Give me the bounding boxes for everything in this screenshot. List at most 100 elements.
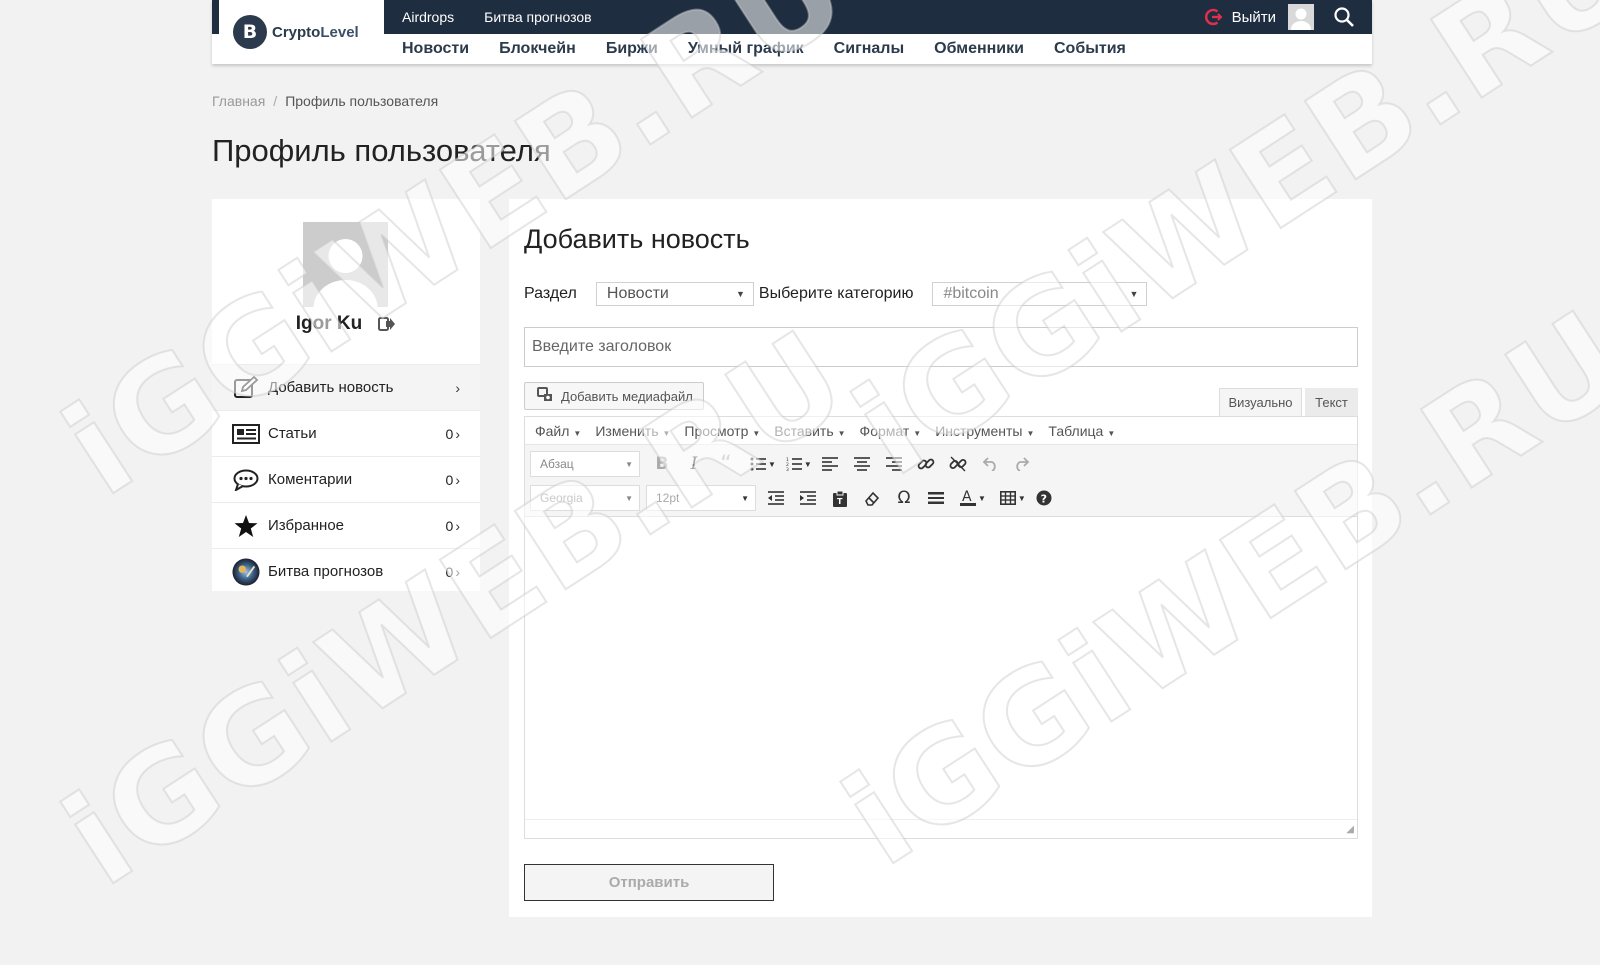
align-right-icon[interactable] [878, 450, 910, 478]
power-icon[interactable] [1204, 7, 1224, 27]
count-badge: 0 [445, 425, 454, 442]
logout-link[interactable]: Выйти [1232, 9, 1276, 26]
resize-handle-icon[interactable]: ◢ [1346, 824, 1354, 835]
nav-events[interactable]: События [1054, 40, 1126, 58]
editor-menubar: Файл ▼ Изменить ▼ Просмотр ▼ Вставить ▼ Форм… [525, 417, 1357, 445]
nav-blockchain[interactable]: Блокчейн [499, 40, 576, 58]
star-icon [232, 512, 260, 540]
site-logo[interactable]: B CryptoLevel [219, 0, 384, 64]
sidebar-item-add-news[interactable]: Добавить новость › [212, 364, 480, 410]
block-format-select[interactable]: Абзац ▼ [530, 451, 640, 477]
link-icon[interactable] [910, 450, 942, 478]
site-header: B CryptoLevel Airdrops Битва прогнозов В… [212, 0, 1372, 64]
menu-edit[interactable]: Изменить ▼ [595, 423, 670, 439]
chevron-down-icon[interactable]: ▼ [804, 460, 812, 469]
add-news-panel: Добавить новость Раздел Новости ▼ Выберит… [509, 199, 1372, 917]
nav-news[interactable]: Новости [402, 40, 469, 58]
category-select[interactable]: #bitcoin ▼ [932, 282, 1148, 306]
chevron-down-icon[interactable]: ▼ [1018, 494, 1026, 503]
sidebar-item-favorites[interactable]: Избранное 0 › [212, 502, 480, 548]
comments-icon [232, 466, 260, 494]
font-size-select[interactable]: 12pt ▼ [646, 485, 756, 511]
redo-icon[interactable] [1006, 450, 1038, 478]
user-controls: Выйти [1204, 0, 1356, 34]
section-label: Раздел [524, 285, 577, 302]
horizontal-line-icon[interactable] [920, 484, 952, 512]
unlink-icon[interactable] [942, 450, 974, 478]
top-links: Airdrops Битва прогнозов [402, 0, 592, 34]
top-bar [212, 0, 1372, 34]
omega-icon[interactable]: Ω [888, 484, 920, 512]
align-left-icon[interactable] [814, 450, 846, 478]
svg-text:?: ? [1040, 492, 1046, 505]
nav-signals[interactable]: Сигналы [834, 40, 904, 58]
breadcrumb-separator: / [273, 93, 278, 109]
help-icon[interactable]: ? [1028, 484, 1060, 512]
user-avatar-small[interactable] [1288, 4, 1314, 30]
menu-format[interactable]: Формат ▼ [860, 423, 922, 439]
form-heading: Добавить новость [524, 224, 750, 254]
newspaper-icon [232, 420, 260, 448]
avatar [303, 222, 388, 307]
top-link-airdrops[interactable]: Airdrops [402, 9, 454, 25]
page-title: Профиль пользователя [212, 133, 551, 168]
submit-button[interactable]: Отправить [524, 864, 774, 901]
editor-toolbar: Абзац ▼ B I “ ▼ 123 ▼ Georgia ▼ 12pt ▼ T… [525, 445, 1357, 517]
logo-text: CryptoLevel [272, 23, 359, 41]
chevron-down-icon[interactable]: ▼ [768, 460, 776, 469]
chevron-right-icon: › [455, 517, 460, 534]
sidebar-item-label: Избранное [268, 517, 345, 534]
italic-icon[interactable]: I [678, 450, 710, 478]
edit-icon [232, 374, 260, 402]
category-select-value: #bitcoin [943, 285, 999, 302]
tab-visual[interactable]: Визуально [1219, 388, 1302, 416]
sidebar-item-label: Коментарии [268, 471, 353, 488]
menu-tools[interactable]: Инструменты ▼ [935, 423, 1034, 439]
bold-icon[interactable]: B [646, 450, 678, 478]
profile-sidebar: Igor Ku Добавить новость › Статьи 0 › Ко… [212, 199, 480, 591]
align-center-icon[interactable] [846, 450, 878, 478]
search-icon[interactable] [1332, 5, 1356, 29]
category-label: Выберите категорию [758, 285, 914, 302]
menu-insert[interactable]: Вставить ▼ [774, 423, 845, 439]
svg-text:A: A [962, 489, 972, 505]
nav-smart-chart[interactable]: Умный график [688, 40, 804, 58]
chevron-right-icon: › [455, 563, 460, 580]
font-family-select[interactable]: Georgia ▼ [530, 485, 640, 511]
sidebar-item-battle[interactable]: Битва прогнозов 0 › [212, 548, 480, 594]
sidebar-item-comments[interactable]: Коментарии 0 › [212, 456, 480, 502]
menu-table[interactable]: Таблица ▼ [1048, 423, 1115, 439]
svg-text:T: T [837, 497, 843, 506]
indent-icon[interactable] [792, 484, 824, 512]
breadcrumb-home[interactable]: Главная [212, 93, 265, 109]
profile-name: Igor Ku [295, 313, 363, 334]
media-icon [537, 386, 555, 406]
sign-out-icon[interactable] [378, 316, 396, 332]
nav-exchanges[interactable]: Биржи [606, 40, 658, 58]
blockquote-icon[interactable]: “ [710, 450, 742, 478]
battle-avatar-icon [232, 557, 260, 586]
sidebar-item-articles[interactable]: Статьи 0 › [212, 410, 480, 456]
count-badge: 0 [445, 517, 454, 534]
breadcrumb-current: Профиль пользователя [285, 93, 439, 109]
clear-format-icon[interactable] [856, 484, 888, 512]
dropdown-arrow-icon: ▼ [735, 289, 745, 299]
count-badge: 0 [445, 563, 454, 580]
editor-content-area[interactable] [525, 517, 1357, 819]
breadcrumb: Главная / Профиль пользователя [212, 93, 438, 109]
paste-text-icon[interactable]: T [824, 484, 856, 512]
menu-file[interactable]: Файл ▼ [535, 423, 581, 439]
profile-name-row: Igor Ku [212, 313, 480, 335]
section-select[interactable]: Новости ▼ [595, 282, 754, 306]
add-media-button[interactable]: Добавить медиафайл [524, 382, 704, 410]
tab-text[interactable]: Текст [1305, 388, 1358, 416]
outdent-icon[interactable] [760, 484, 792, 512]
top-link-battle[interactable]: Битва прогнозов [484, 9, 591, 25]
title-input[interactable]: Введите заголовок [524, 327, 1358, 367]
menu-view[interactable]: Просмотр ▼ [684, 423, 760, 439]
nav-exchangers[interactable]: Обменники [934, 40, 1024, 58]
add-media-label: Добавить медиафайл [561, 388, 693, 404]
chevron-down-icon[interactable]: ▼ [978, 494, 986, 503]
chevron-right-icon: › [455, 379, 460, 396]
undo-icon[interactable] [974, 450, 1006, 478]
